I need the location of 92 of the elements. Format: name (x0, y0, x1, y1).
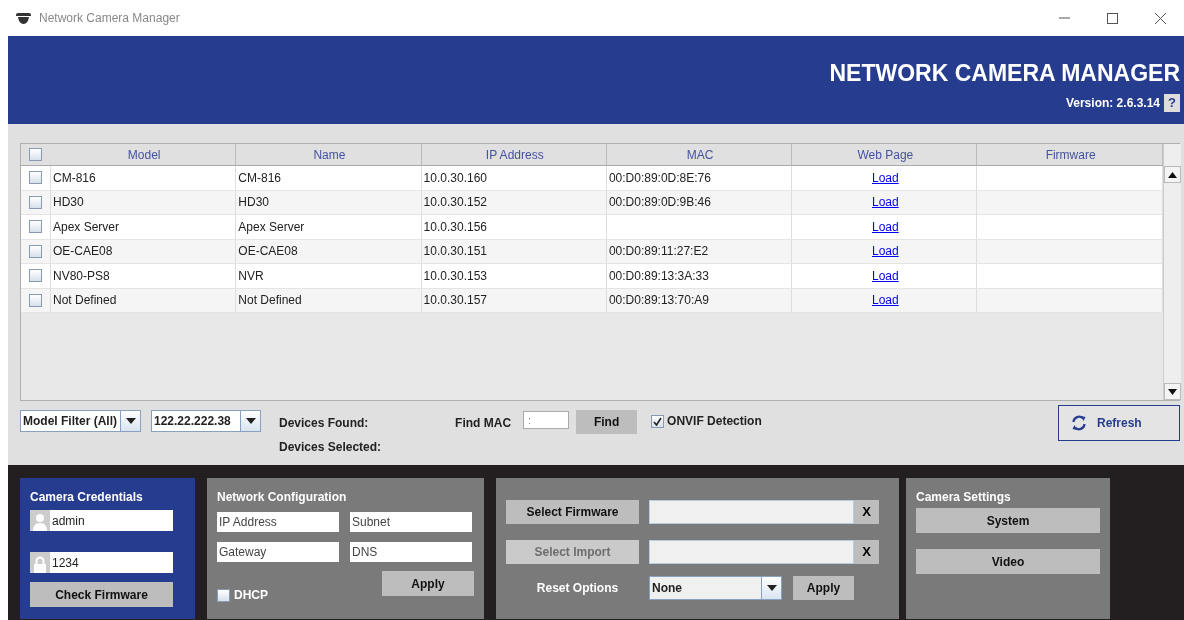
file-path-field[interactable] (649, 500, 854, 524)
username-field[interactable]: admin (30, 510, 173, 531)
table-cell-text: 10.0.30.152 (423, 194, 487, 212)
dropdown-arrow-icon (245, 418, 256, 424)
text-field[interactable]: Gateway (217, 542, 339, 562)
column-header[interactable]: Model (127, 145, 161, 164)
select-button[interactable]: Select Firmware (506, 500, 639, 524)
table-cell-text: Apex Server (238, 218, 305, 236)
camera-dome-icon (16, 12, 31, 24)
text-field[interactable]: DNS (350, 542, 472, 562)
app-title: NETWORK CAMERA MANAGER (829, 60, 1180, 86)
reset-options-label: Reset Options (535, 580, 620, 597)
table-cell-text: 10.0.30.153 (423, 267, 487, 285)
reset-options-dropdown[interactable]: None (649, 576, 782, 600)
panel-title: Camera Settings (916, 489, 1012, 506)
user-icon (32, 513, 48, 531)
table-cell-text: Not Defined (238, 292, 302, 310)
load-link[interactable]: Load (872, 193, 899, 212)
table-cell-text: CM-816 (238, 169, 281, 187)
load-link[interactable]: Load (872, 168, 899, 187)
load-link[interactable]: Load (872, 266, 899, 285)
column-header[interactable]: Firmware (1045, 145, 1096, 164)
row-checkbox[interactable] (29, 269, 42, 283)
table-cell-text: 10.0.30.160 (423, 169, 487, 187)
maximize-icon (1106, 12, 1118, 24)
select-all-checkbox[interactable] (29, 148, 42, 161)
panel-title: Network Configuration (217, 489, 348, 506)
table-cell-text: HD30 (53, 194, 84, 212)
row-checkbox[interactable] (29, 195, 42, 209)
refresh-button[interactable]: Refresh (1058, 405, 1180, 441)
settings-button[interactable]: Video (916, 549, 1100, 574)
dhcp-checkbox[interactable] (217, 588, 230, 602)
row-checkbox[interactable] (29, 244, 42, 258)
down-arrow-icon (1167, 388, 1177, 395)
table-cell-text: 10.0.30.157 (423, 292, 487, 310)
panel-title: Camera Credentials (30, 489, 144, 506)
table-cell-text: HD30 (238, 194, 269, 212)
table-cell-text: NV80-PS8 (53, 267, 110, 285)
row-checkbox[interactable] (29, 171, 42, 185)
settings-button[interactable]: System (916, 508, 1100, 533)
dhcp-label: DHCP (234, 587, 268, 604)
text-field[interactable]: IP Address (217, 512, 339, 532)
ip-dropdown[interactable]: 122.22.222.38 (151, 410, 261, 432)
row-checkbox[interactable] (29, 220, 42, 234)
column-header[interactable]: MAC (686, 145, 714, 164)
column-header[interactable]: Name (313, 145, 346, 164)
dropdown-arrow-icon (766, 585, 777, 591)
find-button[interactable]: Find (576, 410, 638, 434)
find-mac-label: Find MAC (455, 415, 512, 432)
lock-icon (33, 556, 47, 573)
devices-selected-label: Devices Selected: (279, 439, 382, 456)
column-header[interactable]: IP Address (485, 145, 544, 164)
table-cell-text: CM-816 (53, 169, 96, 187)
mac-input-field[interactable]: : (523, 411, 570, 429)
check-firmware-button[interactable]: Check Firmware (30, 582, 173, 607)
column-header[interactable]: Web Page (857, 145, 914, 164)
apply-button[interactable]: Apply (793, 576, 854, 600)
scroll-down-button[interactable] (1163, 383, 1181, 400)
onvif-checkbox[interactable] (651, 414, 665, 428)
help-button[interactable]: ? (1164, 94, 1180, 112)
table-cell-text: 10.0.30.156 (423, 218, 487, 236)
table-cell-text: 10.0.30.151 (423, 243, 487, 261)
apply-button[interactable]: Apply (382, 571, 474, 596)
scroll-up-button[interactable] (1163, 166, 1181, 183)
file-path-field[interactable] (649, 540, 854, 564)
row-checkbox[interactable] (29, 293, 42, 307)
table-cell-text: OE-CAE08 (238, 243, 298, 261)
table-cell-text: OE-CAE08 (53, 243, 113, 261)
version-label: Version: 2.6.3.14 (1065, 95, 1160, 112)
password-field[interactable]: 1234 (30, 552, 173, 573)
load-link[interactable]: Load (872, 217, 899, 236)
close-icon (1154, 12, 1166, 24)
checkmark-icon (653, 416, 663, 426)
dropdown-arrow-icon (125, 418, 136, 424)
table-cell-text: 00:D0:89:11:27:E2 (608, 243, 709, 261)
window-title: Network Camera Manager (39, 10, 180, 27)
refresh-icon (1071, 415, 1087, 431)
load-link[interactable]: Load (872, 291, 899, 310)
up-arrow-icon (1167, 171, 1177, 178)
onvif-label: ONVIF Detection (667, 413, 762, 430)
load-link[interactable]: Load (872, 242, 899, 261)
model-filter-dropdown[interactable]: Model Filter (All) (20, 410, 141, 432)
table-cell-text: 00:D0:89:0D:9B:46 (608, 194, 711, 212)
devices-found-label: Devices Found: (279, 415, 370, 432)
table-cell-text: Not Defined (53, 292, 117, 310)
table-cell-text: NVR (238, 267, 264, 285)
table-cell-text: 00:D0:89:0D:8E:76 (608, 169, 711, 187)
text-field[interactable]: Subnet (350, 512, 472, 532)
table-cell-text: 00:D0:89:13:70:A9 (608, 292, 709, 310)
table-cell-text: 00:D0:89:13:3A:33 (608, 267, 709, 285)
table-cell-text: Apex Server (53, 218, 120, 236)
clear-button[interactable]: X (854, 500, 879, 524)
